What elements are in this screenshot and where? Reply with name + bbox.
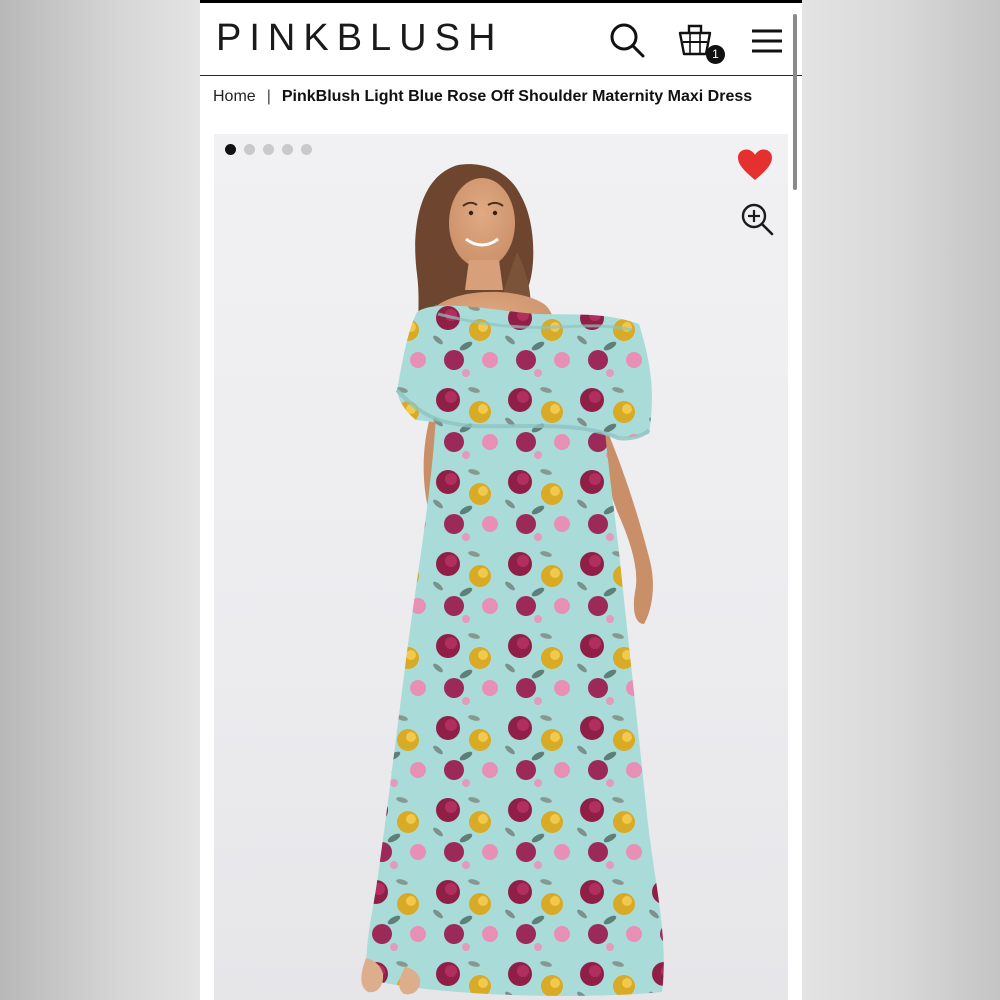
cart-count-badge: 1 <box>706 45 725 64</box>
breadcrumb-current-page: PinkBlush Light Blue Rose Off Shoulder M… <box>281 88 753 105</box>
zoom-in-icon[interactable] <box>740 202 774 236</box>
mobile-page: PINKBLUSH 1 Home | PinkBlush Light Blue Ro… <box>200 0 802 1000</box>
hamburger-menu-icon[interactable] <box>748 21 788 61</box>
breadcrumb-separator: | <box>266 88 271 105</box>
product-image[interactable] <box>214 134 788 1000</box>
pagination-dot-2[interactable] <box>244 144 255 155</box>
breadcrumb: Home | PinkBlush Light Blue Rose Off Shoul… <box>213 88 783 110</box>
heart-icon[interactable] <box>736 148 774 182</box>
pagination-dot-3[interactable] <box>263 144 274 155</box>
pagination-dot-4[interactable] <box>282 144 293 155</box>
search-icon[interactable] <box>608 21 648 61</box>
pagination-dot-5[interactable] <box>301 144 312 155</box>
pagination-dot-1[interactable] <box>225 144 236 155</box>
product-image-gallery[interactable] <box>214 134 788 1000</box>
breadcrumb-home-link[interactable]: Home <box>213 88 256 105</box>
page-scrollbar[interactable] <box>793 14 797 190</box>
brand-logo[interactable]: PINKBLUSH <box>216 17 503 60</box>
image-pagination-dots[interactable] <box>225 144 312 156</box>
site-header: PINKBLUSH 1 <box>200 3 802 76</box>
